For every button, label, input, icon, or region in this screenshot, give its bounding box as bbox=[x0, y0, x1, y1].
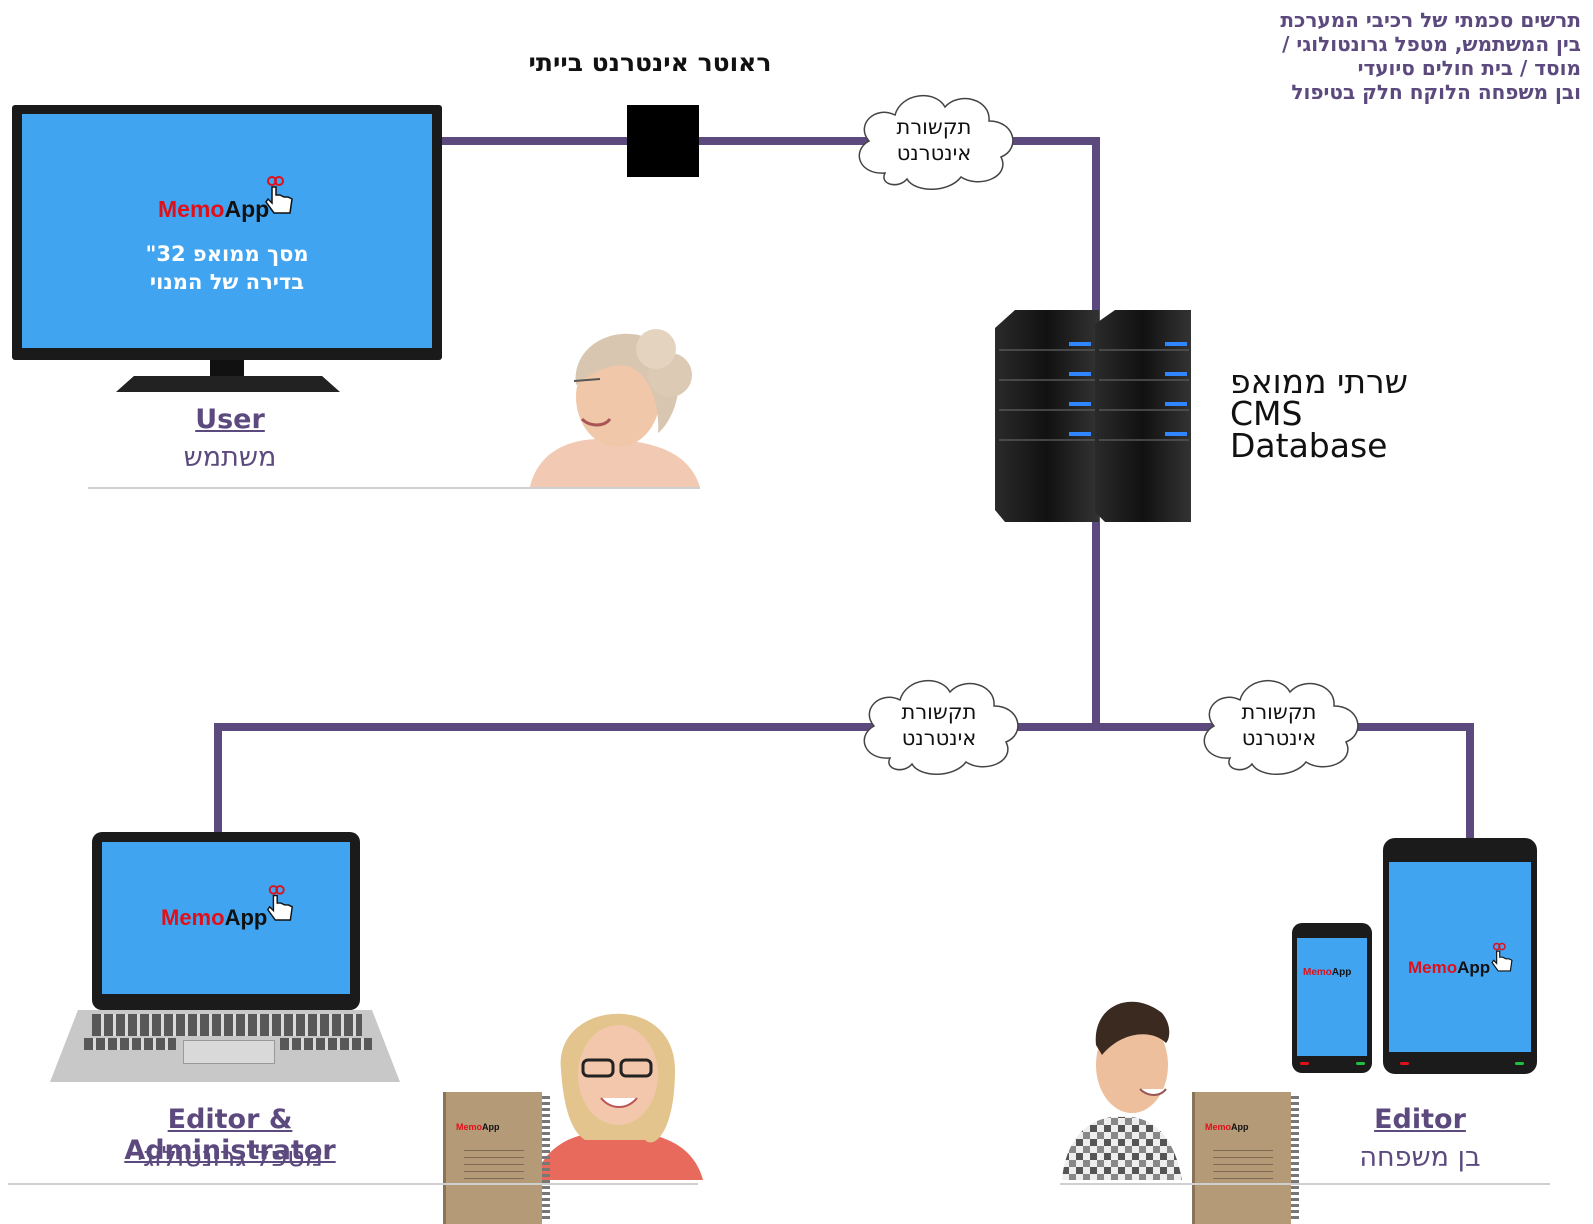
divider bbox=[8, 1183, 698, 1185]
hand-pointer-icon bbox=[266, 885, 294, 921]
title-line: ובן משפחה הלוקח חלק בטיפול bbox=[1291, 80, 1581, 104]
laptop-keyboard bbox=[84, 1038, 176, 1050]
title-line: מוסד / בית חולים סיועדי bbox=[1357, 56, 1581, 80]
title-line: תרשים סכמתי של רכיבי המערכת bbox=[1280, 8, 1581, 32]
laptop-keyboard bbox=[280, 1038, 372, 1050]
editor-role-hebrew: בן משפחה bbox=[1359, 1142, 1481, 1173]
diagram-title: תרשים סכמתי של רכיבי המערכת בין המשתמש, … bbox=[1161, 8, 1581, 104]
memoapp-logo: MemoApp bbox=[1408, 958, 1491, 977]
router-icon bbox=[627, 105, 699, 177]
internet-cloud: תקשורת אינטרנט bbox=[845, 85, 1023, 195]
internet-cloud: תקשורת אינטרנט bbox=[850, 670, 1028, 780]
led-indicator bbox=[1400, 1062, 1409, 1065]
led-indicator bbox=[1515, 1062, 1524, 1065]
tv-caption-line: בדירה של המנוי bbox=[149, 270, 305, 294]
server-label-line: Database bbox=[1230, 426, 1388, 465]
notebook-icon: MemoApp bbox=[443, 1092, 550, 1224]
led-indicator bbox=[1356, 1062, 1365, 1065]
led-indicator bbox=[1300, 1062, 1309, 1065]
tv-stand bbox=[210, 360, 244, 378]
family-member-photo bbox=[1062, 1001, 1182, 1180]
smartphone-screen bbox=[1297, 938, 1367, 1056]
title-line: בין המשתמש, מטפל גרונטולוגי / bbox=[1282, 32, 1581, 56]
user-role-title: User bbox=[195, 404, 265, 435]
elderly-user-photo bbox=[530, 329, 700, 487]
router-label: ראוטר אינטרנט בייתי bbox=[528, 48, 772, 77]
tv-base bbox=[116, 376, 340, 392]
cloud-label: תקשורת bbox=[1241, 700, 1317, 724]
admin-role-hebrew: מטפל גרונטולוגי bbox=[137, 1142, 323, 1173]
server-label: שרתי ממואפ CMS Database bbox=[1230, 365, 1408, 465]
cloud-label: תקשורת bbox=[901, 700, 977, 724]
internet-cloud: תקשורת אינטרנט bbox=[1190, 670, 1368, 780]
divider bbox=[88, 487, 700, 489]
memoapp-logo: MemoApp bbox=[1303, 967, 1352, 978]
cloud-label: תקשורת bbox=[896, 115, 972, 139]
memoapp-logo: MemoApp bbox=[161, 905, 268, 930]
hand-pointer-icon bbox=[265, 176, 293, 214]
tv-caption-line: מסך ממואפ 32" bbox=[145, 242, 309, 266]
notebook-icon: MemoApp bbox=[1192, 1092, 1299, 1224]
caregiver-photo bbox=[535, 1013, 703, 1180]
laptop-touchpad bbox=[183, 1040, 275, 1064]
server-icon bbox=[995, 310, 1191, 522]
tv-caption: מסך ממואפ 32" בדירה של המנוי bbox=[22, 240, 432, 296]
user-role-hebrew: משתמש bbox=[183, 442, 277, 473]
cloud-label: אינטרנט bbox=[1241, 726, 1317, 750]
tv-screen bbox=[22, 114, 432, 348]
cloud-label: אינטרנט bbox=[896, 141, 972, 165]
editor-role-title: Editor bbox=[1374, 1104, 1466, 1135]
laptop-keyboard bbox=[92, 1014, 362, 1036]
memoapp-logo: MemoApp bbox=[158, 196, 270, 222]
cloud-label: אינטרנט bbox=[901, 726, 977, 750]
divider bbox=[1060, 1183, 1550, 1185]
hand-pointer-icon bbox=[1491, 942, 1513, 972]
